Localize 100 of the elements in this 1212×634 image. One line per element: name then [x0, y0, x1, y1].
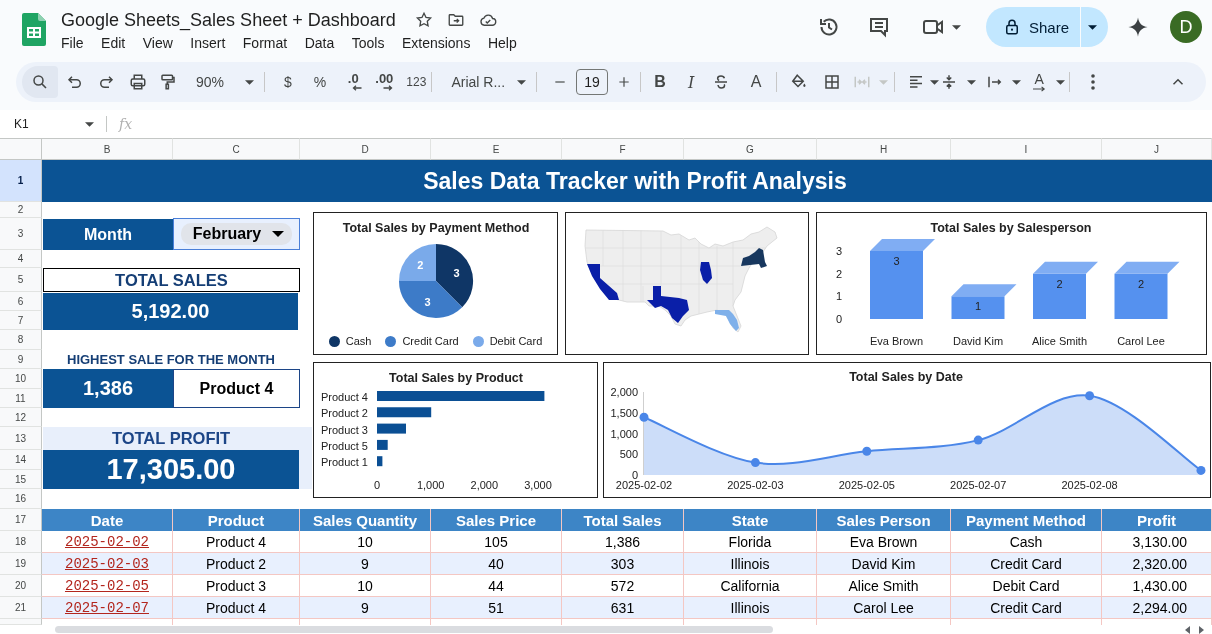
menu-item[interactable]: Help: [487, 33, 517, 53]
row-number[interactable]: 20: [0, 575, 42, 597]
row-number[interactable]: 15: [0, 470, 42, 489]
caret-icon: [272, 231, 285, 237]
number-format-button[interactable]: 123: [406, 75, 427, 89]
axis-label: 500: [619, 448, 638, 461]
currency-button[interactable]: $: [284, 74, 292, 90]
row-number[interactable]: 13: [0, 427, 42, 450]
menu-item[interactable]: File: [61, 33, 84, 53]
menu-item[interactable]: Insert: [190, 33, 226, 53]
menu-item[interactable]: Edit: [101, 33, 126, 53]
column-letter[interactable]: C: [173, 138, 300, 160]
caret-icon[interactable]: [930, 79, 940, 85]
row-number[interactable]: 9: [0, 350, 42, 369]
bold-button[interactable]: B: [650, 73, 671, 91]
increase-decimals-button[interactable]: .00: [375, 73, 394, 91]
star-icon[interactable]: [414, 11, 433, 29]
more-icon[interactable]: [1090, 73, 1097, 91]
row-number[interactable]: 21: [0, 597, 42, 619]
table-cell: Cash: [951, 531, 1102, 553]
sparkle-icon[interactable]: [1127, 16, 1149, 38]
paint-roller-icon[interactable]: [159, 73, 177, 91]
menu-item[interactable]: Data: [304, 33, 335, 53]
column-letter[interactable]: F: [562, 138, 684, 160]
search-button[interactable]: [22, 66, 58, 98]
row-number[interactable]: 6: [0, 292, 42, 311]
row-number[interactable]: 1: [0, 160, 42, 202]
table-cell: 572: [562, 575, 684, 597]
menu-item[interactable]: Tools: [351, 33, 385, 53]
arrow-icon: [1032, 85, 1047, 92]
row-number[interactable]: 19: [0, 553, 42, 575]
row-number[interactable]: 17: [0, 509, 42, 531]
percent-button[interactable]: %: [313, 74, 327, 90]
borders-icon[interactable]: [823, 73, 842, 91]
axis-label: 3: [835, 245, 843, 257]
axis-label: 2025-02-07: [950, 479, 1007, 491]
table-header: Profit: [1102, 509, 1212, 531]
data-point: [862, 446, 872, 456]
row-number[interactable]: 7: [0, 311, 42, 330]
name-box[interactable]: K1: [8, 117, 98, 131]
data-label: 3: [424, 295, 431, 308]
decrease-decimals-button[interactable]: .0: [344, 73, 363, 91]
cloud-check-icon[interactable]: [478, 11, 497, 29]
text-color-button[interactable]: A: [746, 73, 767, 91]
row-number[interactable]: 5: [0, 268, 42, 292]
row-number[interactable]: 4: [0, 250, 42, 268]
axis-label: 0: [373, 479, 381, 491]
comment-icon[interactable]: [867, 15, 891, 39]
font-dropdown[interactable]: Arial R...: [451, 74, 527, 90]
caret-icon[interactable]: [952, 24, 961, 30]
row-number[interactable]: 11: [0, 389, 42, 408]
sheets-logo-icon[interactable]: [22, 13, 46, 46]
menu-item[interactable]: Format: [242, 33, 288, 53]
row-number[interactable]: 18: [0, 531, 42, 553]
right-arrow-icon: [383, 85, 394, 91]
column-letter[interactable]: I: [951, 138, 1102, 160]
row-number[interactable]: 8: [0, 330, 42, 350]
data-point: [973, 435, 983, 445]
row-number[interactable]: 16: [0, 489, 42, 509]
table-cell: 3,130.00: [1102, 531, 1212, 553]
right-arrow-icon[interactable]: [1199, 625, 1204, 634]
bar: [1114, 273, 1168, 319]
column-letter[interactable]: B: [42, 138, 173, 160]
month-dropdown[interactable]: February: [180, 223, 293, 245]
column-letter[interactable]: H: [817, 138, 951, 160]
row-number[interactable]: 10: [0, 369, 42, 389]
column-letter[interactable]: G: [684, 138, 817, 160]
chart-title: Total Sales by Date: [849, 370, 963, 384]
row-number[interactable]: 14: [0, 450, 42, 470]
italic-button[interactable]: I: [681, 72, 702, 92]
legend-dot-icon: [328, 335, 340, 347]
share-button[interactable]: Share: [986, 7, 1080, 47]
left-arrow-icon[interactable]: [1185, 625, 1190, 634]
undo-icon[interactable]: [66, 73, 84, 91]
text-rotation-button[interactable]: A: [1031, 72, 1048, 92]
caret-icon[interactable]: [1012, 79, 1022, 85]
redo-icon[interactable]: [97, 73, 115, 91]
menu-item[interactable]: Extensions: [401, 33, 471, 53]
caret-icon[interactable]: [1056, 79, 1066, 85]
table-cell: California: [684, 575, 817, 597]
row-number[interactable]: 3: [0, 218, 42, 250]
menu-item[interactable]: View: [142, 33, 173, 53]
column-letter[interactable]: E: [431, 138, 562, 160]
scrollbar-thumb[interactable]: [55, 626, 773, 633]
account-avatar[interactable]: D: [1170, 11, 1202, 43]
caret-icon[interactable]: [967, 79, 977, 85]
print-icon[interactable]: [129, 73, 147, 91]
table-cell: 1,430.00: [1102, 575, 1212, 597]
axis-label: Eva Brown: [869, 335, 924, 347]
row-number[interactable]: 2: [0, 202, 42, 218]
share-menu-button[interactable]: [1080, 7, 1108, 47]
column-letter[interactable]: D: [300, 138, 431, 160]
zoom-dropdown[interactable]: 90%: [196, 74, 255, 90]
column-letter[interactable]: J: [1102, 138, 1212, 160]
font-size-field[interactable]: 19: [576, 69, 609, 95]
plus-icon[interactable]: [617, 75, 632, 89]
row-number[interactable]: 12: [0, 408, 42, 427]
document-title[interactable]: Google Sheets_Sales Sheet + Dashboard: [61, 8, 396, 32]
folder-arrow-icon[interactable]: [446, 11, 465, 29]
table-cell: Product 2: [173, 553, 300, 575]
